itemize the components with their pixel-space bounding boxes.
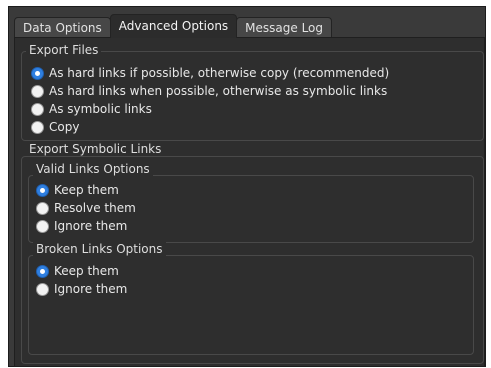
broken-links-keep[interactable]: Keep them bbox=[36, 264, 119, 278]
export-option-label: Copy bbox=[49, 120, 80, 134]
export-option-label: As hard links when possible, otherwise a… bbox=[49, 84, 388, 98]
radio-selected-icon[interactable] bbox=[36, 183, 49, 197]
export-option-label: As hard links if possible, otherwise cop… bbox=[49, 66, 390, 80]
tab-data-options[interactable]: Data Options bbox=[14, 17, 111, 38]
tab-message-log[interactable]: Message Log bbox=[236, 17, 333, 38]
valid-links-option-label: Keep them bbox=[54, 183, 119, 197]
broken-links-title: Broken Links Options bbox=[33, 242, 166, 256]
valid-links-resolve[interactable]: Resolve them bbox=[36, 201, 136, 215]
radio-unselected-icon[interactable] bbox=[31, 102, 44, 116]
radio-selected-icon[interactable] bbox=[31, 66, 44, 80]
export-option-hard-links-copy[interactable]: As hard links if possible, otherwise cop… bbox=[31, 66, 389, 80]
radio-unselected-icon[interactable] bbox=[36, 282, 49, 296]
export-symbolic-links-title: Export Symbolic Links bbox=[26, 142, 165, 156]
valid-links-title: Valid Links Options bbox=[33, 162, 153, 176]
broken-links-ignore[interactable]: Ignore them bbox=[36, 282, 127, 296]
tab-advanced-options[interactable]: Advanced Options bbox=[109, 14, 238, 38]
export-option-label: As symbolic links bbox=[49, 102, 152, 116]
export-option-copy[interactable]: Copy bbox=[31, 120, 79, 134]
radio-unselected-icon[interactable] bbox=[36, 219, 49, 233]
export-files-title: Export Files bbox=[26, 43, 102, 57]
valid-links-ignore[interactable]: Ignore them bbox=[36, 219, 127, 233]
radio-unselected-icon[interactable] bbox=[31, 120, 44, 134]
export-option-symbolic-links[interactable]: As symbolic links bbox=[31, 102, 152, 116]
broken-links-option-label: Ignore them bbox=[54, 282, 128, 296]
radio-unselected-icon[interactable] bbox=[36, 201, 49, 215]
tab-bar: Data Options Advanced Options Message Lo… bbox=[14, 14, 333, 38]
valid-links-option-label: Ignore them bbox=[54, 219, 128, 233]
advanced-options-panel: Export Files As hard links if possible, … bbox=[14, 37, 485, 367]
broken-links-option-label: Keep them bbox=[54, 264, 119, 278]
radio-unselected-icon[interactable] bbox=[31, 84, 44, 98]
radio-selected-icon[interactable] bbox=[36, 264, 49, 278]
valid-links-option-label: Resolve them bbox=[54, 201, 136, 215]
export-option-hard-links-symbolic[interactable]: As hard links when possible, otherwise a… bbox=[31, 84, 387, 98]
valid-links-keep[interactable]: Keep them bbox=[36, 183, 119, 197]
